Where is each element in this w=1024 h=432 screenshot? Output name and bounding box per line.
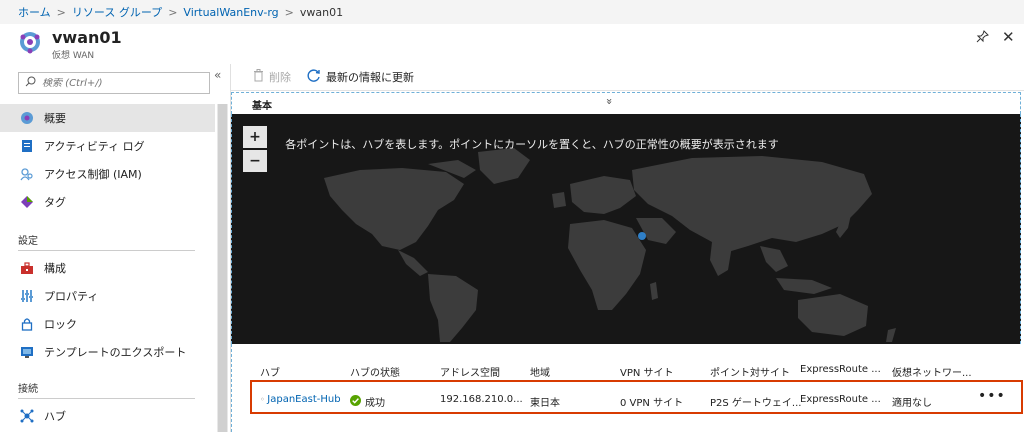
page-title: vwan01 bbox=[52, 28, 122, 47]
refresh-button[interactable]: 最新の情報に更新 bbox=[307, 68, 414, 86]
virtual-network-cell: 適用なし bbox=[892, 398, 932, 409]
breadcrumb-separator: > bbox=[168, 5, 178, 19]
delete-label: 削除 bbox=[269, 71, 291, 84]
section-divider bbox=[18, 250, 195, 251]
activity-log-icon bbox=[20, 139, 34, 153]
hub-status-cell: 成功 bbox=[350, 394, 385, 409]
sidebar-scrollbar[interactable] bbox=[217, 104, 228, 432]
sidebar-item-properties[interactable]: プロパティ bbox=[0, 282, 215, 310]
sidebar-item-label: アクティビティ ログ bbox=[44, 140, 145, 153]
address-space-cell: 192.168.210.0... bbox=[440, 394, 523, 405]
breadcrumb-home[interactable]: ホーム bbox=[18, 4, 51, 20]
column-header-vpn-sites[interactable]: VPN サイト bbox=[620, 364, 674, 379]
breadcrumb-resource-groups[interactable]: リソース グループ bbox=[72, 4, 162, 20]
table-row[interactable]: ◦ JapanEast-Hub 成功 192.168.210.0... 東日本 … bbox=[250, 380, 1023, 414]
sidebar-item-label: テンプレートのエクスポート bbox=[44, 346, 187, 359]
refresh-icon bbox=[307, 68, 321, 86]
world-map[interactable]: + − 各ポイントは、ハブを表します。ポイントにカーソルを置くと、ハブの正常性の… bbox=[231, 114, 1021, 344]
resource-header: vwan01 仮想 WAN ✕ bbox=[0, 24, 1024, 64]
sidebar-item-configuration[interactable]: 構成 bbox=[0, 254, 215, 282]
virtual-wan-icon bbox=[20, 32, 40, 54]
breadcrumb: ホーム > リソース グループ > VirtualWanEnv-rg > vwa… bbox=[0, 0, 1024, 24]
toolbox-icon bbox=[20, 261, 34, 275]
trash-icon bbox=[253, 69, 264, 85]
sidebar-item-label: 構成 bbox=[44, 262, 66, 275]
section-divider bbox=[18, 398, 195, 399]
scrollbar-thumb[interactable] bbox=[218, 104, 227, 432]
close-icon[interactable]: ✕ bbox=[1002, 28, 1015, 46]
delete-button[interactable]: 削除 bbox=[253, 69, 291, 85]
lock-icon bbox=[20, 317, 34, 331]
sidebar-item-label: 概要 bbox=[44, 112, 66, 125]
sidebar-item-label: プロパティ bbox=[44, 290, 99, 303]
tag-icon bbox=[20, 195, 34, 209]
hub-location-marker[interactable] bbox=[638, 232, 646, 240]
sidebar-item-export-template[interactable]: テンプレートのエクスポート bbox=[0, 338, 215, 366]
breadcrumb-current: vwan01 bbox=[299, 5, 344, 19]
sidebar-item-label: ロック bbox=[44, 318, 77, 331]
breadcrumb-resource-group[interactable]: VirtualWanEnv-rg bbox=[183, 6, 278, 19]
sidebar-item-activity-log[interactable]: アクティビティ ログ bbox=[0, 132, 215, 160]
map-description: 各ポイントは、ハブを表します。ポイントにカーソルを置くと、ハブの正常性の概要が表… bbox=[285, 138, 779, 151]
point-to-site-cell: P2S ゲートウェイ... bbox=[710, 398, 802, 409]
sidebar: « 概要 アクティビティ ログ アクセス制御 (IAM) タグ 設定 構成 bbox=[0, 64, 230, 432]
collapse-sidebar-button[interactable]: « bbox=[214, 68, 221, 82]
hub-name: JapanEast-Hub bbox=[267, 394, 341, 405]
refresh-label: 最新の情報に更新 bbox=[326, 71, 414, 84]
sidebar-item-locks[interactable]: ロック bbox=[0, 310, 215, 338]
export-template-icon bbox=[20, 345, 34, 359]
search-icon bbox=[25, 76, 36, 90]
hub-icon bbox=[20, 409, 34, 423]
column-header-region[interactable]: 地域 bbox=[530, 364, 550, 379]
properties-icon bbox=[20, 289, 34, 303]
sidebar-item-overview[interactable]: 概要 bbox=[0, 104, 215, 132]
hub-status: 成功 bbox=[365, 398, 385, 409]
success-icon bbox=[350, 394, 361, 409]
breadcrumb-separator: > bbox=[284, 5, 294, 19]
pin-icon[interactable] bbox=[976, 30, 989, 47]
column-header-address-space[interactable]: アドレス空間 bbox=[440, 364, 500, 379]
zoom-out-button[interactable]: − bbox=[243, 150, 267, 172]
more-actions-icon[interactable]: ••• bbox=[978, 388, 1006, 404]
column-header-hub-status[interactable]: ハブの状態 bbox=[350, 364, 400, 379]
sidebar-item-label: タグ bbox=[44, 196, 66, 209]
section-connectivity: 接続 bbox=[18, 384, 38, 395]
search-input[interactable] bbox=[42, 77, 202, 89]
essentials-label: 基本 bbox=[252, 101, 272, 112]
column-header-expressroute[interactable]: ExpressRoute ... bbox=[800, 364, 881, 375]
page-subtitle: 仮想 WAN bbox=[52, 51, 95, 61]
column-header-hub[interactable]: ハブ bbox=[260, 364, 280, 379]
iam-icon bbox=[20, 167, 34, 181]
hub-link[interactable]: ◦ JapanEast-Hub bbox=[260, 394, 341, 405]
column-header-virtual-network[interactable]: 仮想ネットワー... bbox=[892, 364, 972, 379]
sidebar-item-hubs[interactable]: ハブ bbox=[0, 402, 215, 430]
hubs-table: ハブ ハブの状態 アドレス空間 地域 VPN サイト ポイント対サイト Expr… bbox=[231, 344, 1024, 432]
sidebar-item-label: ハブ bbox=[44, 410, 66, 423]
essentials-panel: 基本 » bbox=[231, 92, 1021, 114]
zoom-in-button[interactable]: + bbox=[243, 126, 267, 148]
vpn-sites-cell: 0 VPN サイト bbox=[620, 398, 684, 409]
chevron-down-icon[interactable]: » bbox=[603, 98, 616, 105]
toolbar: 削除 最新の情報に更新 bbox=[231, 64, 1024, 90]
sidebar-item-iam[interactable]: アクセス制御 (IAM) bbox=[0, 160, 215, 188]
column-header-point-to-site[interactable]: ポイント対サイト bbox=[710, 364, 790, 379]
expressroute-cell: ExpressRoute ... bbox=[800, 394, 881, 405]
overview-icon bbox=[20, 111, 34, 125]
search-box[interactable] bbox=[18, 72, 210, 94]
sidebar-item-label: アクセス制御 (IAM) bbox=[44, 168, 142, 181]
section-settings: 設定 bbox=[18, 236, 38, 247]
sidebar-item-tags[interactable]: タグ bbox=[0, 188, 215, 216]
region-cell: 東日本 bbox=[530, 398, 560, 409]
breadcrumb-separator: > bbox=[56, 5, 66, 19]
toolbar-divider bbox=[231, 90, 1024, 91]
